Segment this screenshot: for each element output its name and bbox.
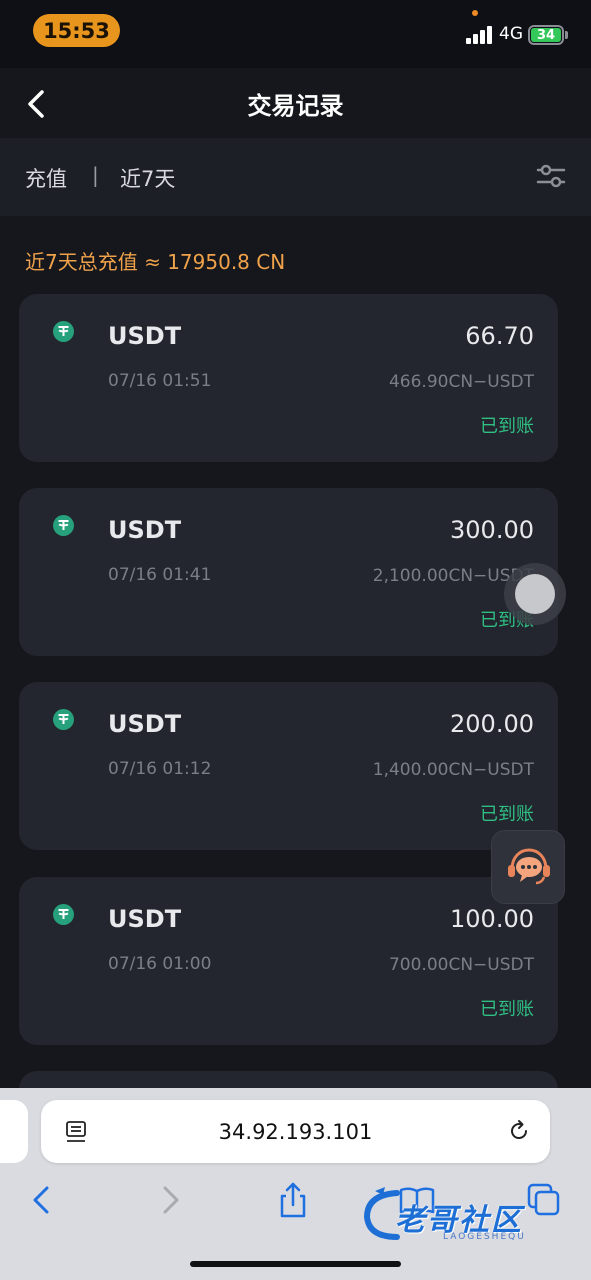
filter-bar: 充值 | 近7天	[0, 138, 591, 216]
battery-level: 34	[531, 28, 561, 43]
filter-separator: |	[92, 163, 99, 187]
cellular-signal-icon	[466, 26, 494, 44]
filter-settings-icon[interactable]	[536, 162, 566, 190]
coin-name: USDT	[108, 322, 182, 350]
transaction-card[interactable]: USDT 300.00 07/16 01:41 2,100.00CN−USDT …	[19, 488, 558, 656]
transaction-amount: 66.70	[465, 322, 534, 350]
filter-type-selector[interactable]: 充值	[25, 163, 67, 193]
transaction-card[interactable]: USDT 66.70 07/16 01:51 466.90CN−USDT 已到账	[19, 294, 558, 462]
page-title: 交易记录	[247, 92, 344, 120]
share-icon	[280, 1182, 306, 1218]
tether-icon	[53, 904, 74, 925]
watermark-subtext: LAOGESHEQU	[443, 1232, 526, 1242]
transaction-card[interactable]: USDT 100.00 07/16 01:00 700.00CN−USDT 已到…	[19, 877, 558, 1045]
chevron-right-icon	[163, 1186, 179, 1214]
status-badge: 已到账	[480, 416, 534, 437]
tether-icon	[53, 321, 74, 342]
headset-chat-icon	[508, 848, 550, 885]
transaction-card[interactable]: USDT 200.00 07/16 01:12 1,400.00CN−USDT …	[19, 682, 558, 850]
browser-forward-button[interactable]	[150, 1180, 190, 1220]
transaction-date: 07/16 01:41	[108, 565, 212, 585]
customer-support-button[interactable]	[491, 830, 565, 904]
transaction-amount: 200.00	[450, 710, 534, 738]
transaction-date: 07/16 01:00	[108, 954, 212, 974]
assistive-touch-button[interactable]	[504, 563, 566, 625]
coin-name: USDT	[108, 710, 182, 738]
filter-range-selector[interactable]: 近7天	[120, 163, 175, 193]
tether-icon	[53, 515, 74, 536]
assistive-touch-inner	[515, 574, 555, 614]
transaction-detail: 466.90CN−USDT	[388, 372, 534, 392]
battery-icon: 34	[528, 25, 564, 45]
battery-cap	[565, 31, 568, 39]
chevron-left-icon	[33, 1186, 49, 1214]
tether-icon	[53, 709, 74, 730]
transaction-amount: 300.00	[450, 516, 534, 544]
coin-name: USDT	[108, 905, 182, 933]
transaction-detail: 1,400.00CN−USDT	[372, 760, 534, 780]
transaction-date: 07/16 01:12	[108, 759, 212, 779]
status-badge: 已到账	[480, 999, 534, 1020]
status-bar: 15:53 4G 34	[0, 0, 591, 68]
recharge-summary: 近7天总充值 ≈ 17950.8 CN	[25, 250, 286, 274]
home-indicator[interactable]	[190, 1261, 401, 1267]
share-button[interactable]	[273, 1180, 313, 1220]
previous-tab-peek[interactable]	[0, 1100, 28, 1163]
address-bar[interactable]: 34.92.193.101	[41, 1100, 550, 1163]
nav-bar: 交易记录	[0, 68, 591, 138]
privacy-indicator-dot	[472, 10, 478, 16]
coin-name: USDT	[108, 516, 182, 544]
transaction-amount: 100.00	[450, 905, 534, 933]
status-badge: 已到账	[480, 804, 534, 825]
url-text: 34.92.193.101	[218, 1120, 373, 1144]
transaction-detail: 700.00CN−USDT	[388, 955, 534, 975]
watermark-logo: 老哥社区 LAOGESHEQU	[357, 1185, 577, 1245]
transaction-date: 07/16 01:51	[108, 371, 212, 391]
reload-icon[interactable]	[506, 1118, 532, 1144]
network-type: 4G	[499, 24, 523, 44]
status-time: 15:53	[33, 14, 120, 47]
browser-back-button[interactable]	[22, 1180, 62, 1220]
